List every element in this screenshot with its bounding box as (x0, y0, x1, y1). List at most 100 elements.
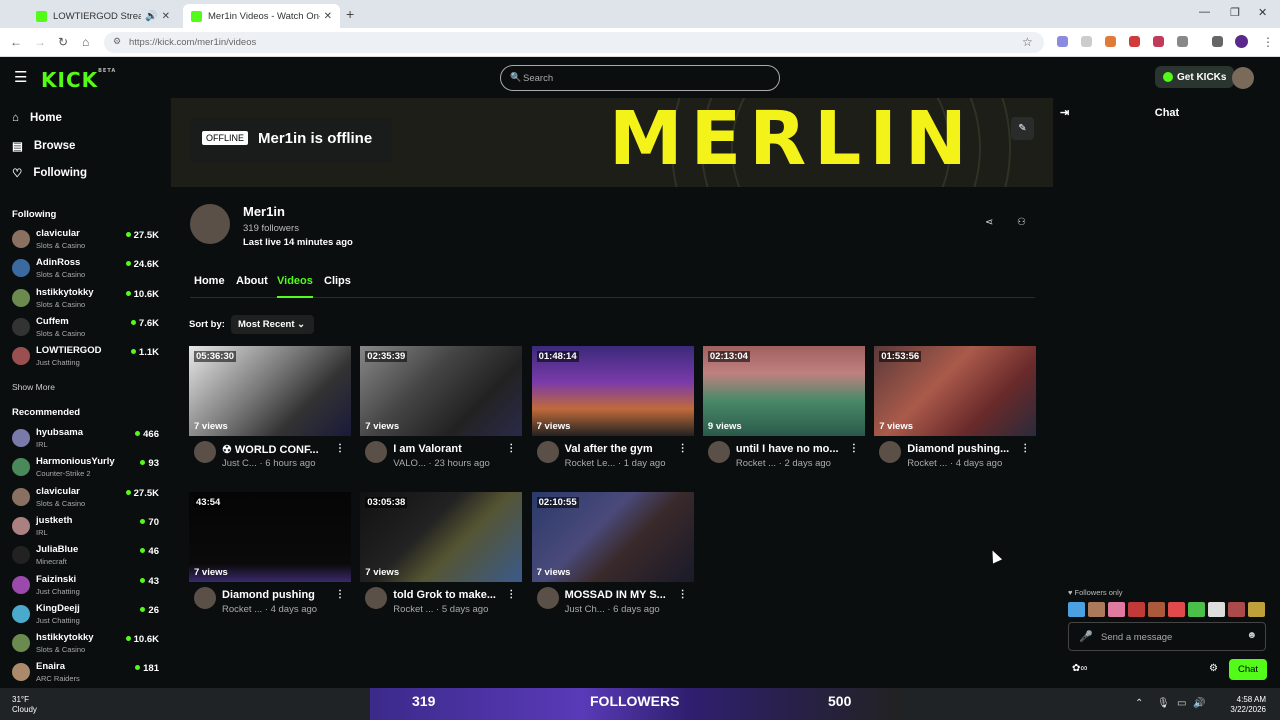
sidebar-channel-item[interactable]: justketh IRL 70 (12, 514, 162, 542)
browser-tab-lowtiergod[interactable]: LOWTIERGOD Stream - Wa🔊✕ (28, 4, 178, 28)
extension-icon[interactable] (1057, 36, 1068, 47)
get-kicks-button[interactable]: Get KICKs (1155, 66, 1235, 88)
video-card[interactable]: 01:53:56 7 views Diamond pushing... Rocket … (874, 346, 1037, 476)
video-thumbnail[interactable]: 02:35:39 7 views (360, 346, 523, 436)
video-category[interactable]: VALO... (393, 458, 426, 469)
extension-icon[interactable] (1105, 36, 1116, 47)
extension-icon[interactable] (1129, 36, 1140, 47)
tab-videos[interactable]: Videos (277, 275, 313, 298)
kick-logo[interactable]: KICKBETA (41, 68, 116, 92)
sidebar-channel-item[interactable]: KingDeejj Just Chatting 26 (12, 602, 162, 630)
video-options-icon[interactable]: ⋮ (335, 443, 345, 454)
video-options-icon[interactable]: ⋮ (506, 589, 516, 600)
video-thumbnail[interactable]: 01:48:14 7 views (531, 346, 694, 436)
sidebar-channel-item[interactable]: hyubsama IRL 466 (12, 426, 162, 454)
bookmark-star-icon[interactable]: ☆ (1022, 35, 1033, 49)
video-title[interactable]: I am Valorant (393, 443, 461, 455)
emoji-icon[interactable]: ☻ (1246, 630, 1257, 641)
extension-icon[interactable] (1153, 36, 1164, 47)
emote-icon[interactable] (1148, 602, 1165, 617)
new-tab-button[interactable]: + (346, 6, 354, 22)
show-more-link[interactable]: Show More (12, 382, 55, 392)
taskbar-clock[interactable]: 4:58 AM 3/22/2026 (1230, 695, 1266, 715)
minimize-button[interactable]: — (1199, 6, 1210, 18)
video-options-icon[interactable]: ⋮ (678, 589, 688, 600)
video-title[interactable]: until I have no mo... (736, 443, 839, 455)
manage-user-icon[interactable]: ⚇ (1017, 217, 1026, 228)
close-tab-icon[interactable]: ✕ (324, 11, 332, 22)
video-category[interactable]: Rocket ... (736, 458, 776, 469)
extensions-puzzle-icon[interactable] (1177, 36, 1188, 47)
reading-list-icon[interactable] (1212, 36, 1223, 47)
speaker-icon[interactable]: 🔊 (145, 11, 157, 22)
video-title[interactable]: told Grok to make... (393, 589, 496, 601)
video-card[interactable]: 02:10:55 7 views MOSSAD IN MY S... Just Ch.… (531, 492, 694, 622)
sidebar-channel-item[interactable]: Cuffem Slots & Casino 7.6K (12, 315, 162, 343)
emote-icon[interactable] (1088, 602, 1105, 617)
emote-icon[interactable] (1228, 602, 1245, 617)
video-title[interactable]: MOSSAD IN MY S... (565, 589, 666, 601)
search-input[interactable]: 🔍 Search (500, 65, 780, 91)
video-thumbnail[interactable]: 43:54 7 views (189, 492, 351, 582)
sort-select[interactable]: Most Recent ⌄ (231, 315, 314, 334)
video-channel-avatar[interactable] (365, 587, 388, 609)
user-avatar[interactable] (1232, 67, 1254, 89)
emote-icon[interactable] (1108, 602, 1125, 617)
back-icon[interactable]: ← (10, 35, 22, 49)
tab-clips[interactable]: Clips (324, 275, 351, 298)
video-thumbnail[interactable]: 05:36:30 7 views (189, 346, 351, 436)
video-channel-avatar[interactable] (707, 441, 730, 463)
video-channel-avatar[interactable] (365, 441, 388, 463)
emote-icon[interactable] (1248, 602, 1265, 617)
emote-icon[interactable] (1128, 602, 1145, 617)
video-options-icon[interactable]: ⋮ (335, 589, 345, 600)
video-card[interactable]: 03:05:38 7 views told Grok to make... Rocke… (360, 492, 523, 622)
close-tab-icon[interactable]: ✕ (162, 11, 170, 22)
tab-about[interactable]: About (236, 275, 268, 298)
sidebar-channel-item[interactable]: clavicular Slots & Casino 27.5K (12, 485, 162, 513)
video-channel-avatar[interactable] (536, 587, 559, 609)
sidebar-channel-item[interactable]: LOWTIERGOD Just Chatting 1.1K (12, 344, 162, 372)
network-icon[interactable]: ▭ (1177, 698, 1186, 709)
video-category[interactable]: Just Ch... (565, 604, 605, 615)
video-category[interactable]: Just C... (222, 458, 257, 469)
site-info-icon[interactable]: ⚙ (113, 36, 121, 47)
chat-settings-gear-icon[interactable]: ⚙ (1209, 663, 1218, 674)
video-channel-avatar[interactable] (879, 441, 902, 463)
sidebar-nav-home[interactable]: ⌂ Home (12, 112, 62, 124)
emote-icon[interactable] (1188, 602, 1205, 617)
channel-avatar[interactable] (190, 204, 230, 244)
mic-tray-icon[interactable]: 🎙 (1157, 698, 1170, 709)
video-title[interactable]: ☢ WORLD CONF... (222, 443, 319, 456)
video-card[interactable]: 01:48:14 7 views Val after the gym Rocket L… (531, 346, 694, 476)
sidebar-channel-item[interactable]: AdinRoss Slots & Casino 24.6K (12, 256, 162, 284)
video-channel-avatar[interactable] (194, 587, 216, 609)
video-card[interactable]: 02:35:39 7 views I am Valorant VALO... · 23… (360, 346, 523, 476)
video-options-icon[interactable]: ⋮ (678, 443, 688, 454)
profile-avatar-icon[interactable] (1235, 35, 1248, 48)
reload-icon[interactable]: ↻ (58, 35, 68, 49)
volume-icon[interactable]: 🔊 (1193, 698, 1205, 709)
hamburger-menu-icon[interactable]: ☰ (14, 68, 27, 86)
share-icon[interactable]: ⋖ (985, 217, 993, 228)
microphone-icon[interactable]: 🎤 (1079, 630, 1093, 643)
emote-icon[interactable] (1168, 602, 1185, 617)
video-card[interactable]: 02:13:04 9 views until I have no mo... Rock… (702, 346, 865, 476)
sidebar-channel-item[interactable]: JuliaBlue Minecraft 46 (12, 543, 162, 571)
weather-widget[interactable]: 31°F Cloudy (12, 695, 37, 715)
video-title[interactable]: Diamond pushing... (907, 443, 1009, 455)
sidebar-channel-item[interactable]: Faizinski Just Chatting 43 (12, 573, 162, 601)
video-title[interactable]: Diamond pushing (222, 589, 315, 601)
sidebar-channel-item[interactable]: clavicular Slots & Casino 27.5K (12, 227, 162, 255)
video-category[interactable]: Rocket ... (222, 604, 262, 615)
video-thumbnail[interactable]: 01:53:56 7 views (874, 346, 1037, 436)
video-thumbnail[interactable]: 02:10:55 7 views (531, 492, 694, 582)
video-channel-avatar[interactable] (536, 441, 559, 463)
url-field[interactable]: ⚙ https://kick.com/mer1in/videos (104, 32, 1044, 53)
kicks-icon[interactable]: ✿∞ (1072, 663, 1088, 674)
edit-banner-button[interactable]: ✎ (1011, 117, 1034, 140)
tab-home[interactable]: Home (194, 275, 225, 298)
send-chat-button[interactable]: Chat (1229, 659, 1267, 680)
emote-icon[interactable] (1068, 602, 1085, 617)
video-options-icon[interactable]: ⋮ (506, 443, 516, 454)
